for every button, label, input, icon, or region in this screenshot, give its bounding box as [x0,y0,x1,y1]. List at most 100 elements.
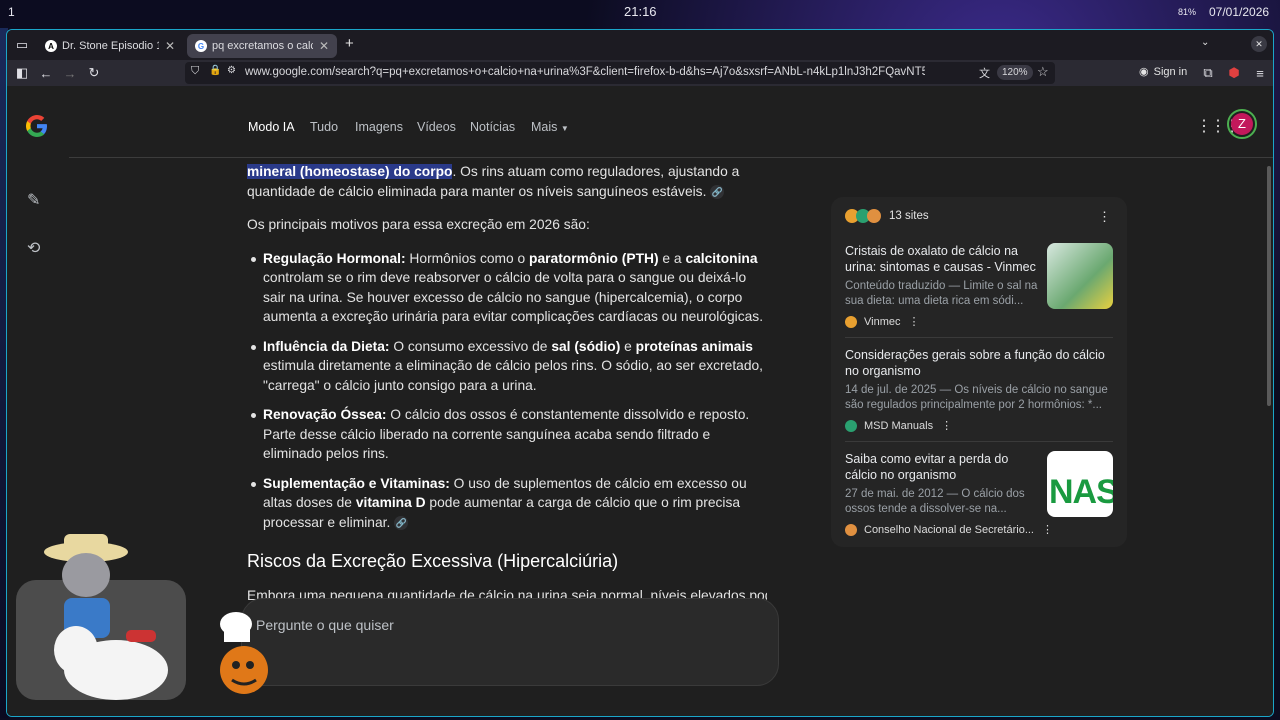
close-tab-icon[interactable]: ✕ [319,39,329,53]
source-title[interactable]: Considerações gerais sobre a função do c… [845,347,1109,379]
history-icon[interactable]: ⟲ [27,238,40,258]
tab-label: Dr. Stone Episodio 13 O [62,40,159,52]
tab-videos[interactable]: Vídeos [417,120,456,134]
forward-icon[interactable]: → [59,62,81,84]
site-name: Conselho Nacional de Secretário... [864,523,1034,536]
menu-icon[interactable]: ≡ [1249,62,1271,84]
permissions-icon[interactable]: ⚙ [227,65,236,76]
stream-overlay-characters [6,530,196,710]
item-bold: sal (sódio) [551,338,621,354]
more-options-icon[interactable]: ⋮ [908,315,919,328]
clock: 21:16 [624,4,657,19]
reload-icon[interactable]: ↻ [83,62,105,84]
highlighted-text: mineral (homeostase) do corpo [247,164,453,179]
item-text: Hormônios como o [405,250,530,266]
google-logo-icon[interactable] [23,112,51,140]
ask-placeholder: Pergunte o que quiser [256,617,394,633]
new-tab-icon[interactable]: + [345,35,354,52]
answer-intro: mineral (homeostase) do corpo. Os rins a… [247,162,767,201]
tab-noticias[interactable]: Notícias [470,120,515,134]
stream-overlay-chef [212,610,276,700]
more-options-icon[interactable]: ⋮ [1042,523,1053,536]
site-name: Vinmec [864,315,901,328]
source-title[interactable]: Saiba como evitar a perda do cálcio no o… [845,451,1043,483]
source-thumbnail[interactable]: NAS [1047,451,1113,517]
more-options-icon[interactable]: ⋮ [1098,209,1111,225]
tab-imagens[interactable]: Imagens [355,120,403,134]
item-text: e [620,338,636,354]
date: 07/01/2026 [1209,5,1270,19]
list-item: Suplementação e Vitaminas: O uso de supl… [251,474,767,533]
google-favicon: G [195,40,207,52]
zoom-level[interactable]: 120% [997,65,1033,80]
item-text: O consumo excessivo de [389,338,552,354]
motives-text: Os principais motivos para essa excreção… [247,217,590,232]
account-icon: ◉ [1139,66,1149,78]
link-icon[interactable]: 🔗 [710,184,725,199]
tab-mais[interactable]: Mais ▼ [531,120,569,134]
system-topbar: 1 21:16 81% 07/01/2026 [0,0,1280,24]
close-tab-icon[interactable]: ✕ [165,39,175,53]
sign-in-button[interactable]: ◉ Sign in [1139,65,1188,79]
lock-icon[interactable]: 🔒 [209,65,221,76]
item-text: estimula diretamente a eliminação de cál… [263,358,764,393]
ask-input[interactable]: Pergunte o que quiser [241,598,779,686]
list-item: Influência da Dieta: O consumo excessivo… [251,337,767,396]
site-favicon [845,315,857,328]
sign-in-label: Sign in [1153,65,1188,78]
workspace-indicator[interactable]: 1 [8,5,15,19]
item-title: Influência da Dieta: [263,338,390,354]
divider [845,337,1113,338]
thumbnail-logo-text: NAS [1049,473,1113,511]
source-favicon [867,209,881,223]
source-title[interactable]: Cristais de oxalato de cálcio na urina: … [845,243,1043,275]
more-options-icon[interactable]: ⋮ [941,419,952,432]
tab-tudo[interactable]: Tudo [310,120,338,134]
avatar[interactable]: Z [1227,109,1257,139]
extensions-icon[interactable]: ⧉ [1197,62,1219,84]
sources-count: 13 sites [889,210,929,222]
item-bold: vitamina D [355,495,426,510]
new-chat-icon[interactable]: ✎ [27,190,40,210]
scrollbar[interactable] [1267,166,1271,406]
item-title: Regulação Hormonal: [263,250,406,266]
divider [845,441,1113,442]
source-site: MSD Manuals ⋮ [845,419,1115,432]
sidebar-toggle-icon[interactable]: ◧ [11,62,33,84]
tab-mais-label: Mais [531,120,558,134]
list-item: Regulação Hormonal: Hormônios como o par… [251,249,767,327]
tab-modo-ia[interactable]: Modo IA [248,120,295,134]
url-text[interactable]: www.google.com/search?q=pq+excretamos+o+… [245,66,925,78]
nav-bar: ◧ ← → ↻ ⛉ 🔒 ⚙ www.google.com/search?q=pq… [7,60,1273,86]
close-window-icon[interactable]: ✕ [1251,36,1267,52]
tab-list-icon[interactable]: ▭ [11,34,33,56]
tab-drstone[interactable]: A Dr. Stone Episodio 13 O ✕ [37,34,183,58]
avatar-letter: Z [1231,113,1253,135]
source-desc: 14 de jul. de 2025 — Os níveis de cálcio… [845,384,1108,411]
item-title: Suplementação e Vitaminas: [263,475,450,491]
source-desc: 27 de mai. de 2012 — O cálcio dos ossos … [845,488,1025,515]
shield-icon[interactable]: ⛉ [191,65,199,78]
battery: 81% [1178,7,1197,17]
item-text: controlam se o rim deve reabsorver o cál… [263,270,764,324]
back-icon[interactable]: ← [35,62,57,84]
ublock-icon[interactable]: ⬢ [1223,62,1245,84]
item-bold: proteínas animais [635,338,753,354]
item-bold: paratormônio (PTH) [529,250,659,266]
list-item: Renovação Óssea: O cálcio dos ossos é co… [251,405,767,464]
item-text: e a [658,250,686,266]
link-icon[interactable]: 🔗 [394,515,409,530]
source-site: Vinmec ⋮ [845,315,1115,328]
source-thumbnail[interactable] [1047,243,1113,309]
url-bar[interactable]: ⛉ 🔒 ⚙ www.google.com/search?q=pq+excreta… [185,62,1055,84]
bookmark-star-icon[interactable]: ☆ [1037,64,1049,80]
chevron-down-icon[interactable]: ⌄ [1201,37,1209,48]
google-header: Modo IA Tudo Imagens Vídeos Notícias Mai… [69,86,1273,158]
site-name: MSD Manuals [864,419,934,432]
tab-google-search[interactable]: G pq excretamos o calcio ✕ [187,34,337,58]
browser-window: ▭ A Dr. Stone Episodio 13 O ✕ G pq excre… [6,29,1274,717]
site-favicon [845,419,857,432]
translate-icon[interactable]: 文 [979,65,990,81]
sources-header[interactable]: 13 sites [845,209,929,223]
source-card[interactable]: Considerações gerais sobre a função do c… [845,347,1115,432]
